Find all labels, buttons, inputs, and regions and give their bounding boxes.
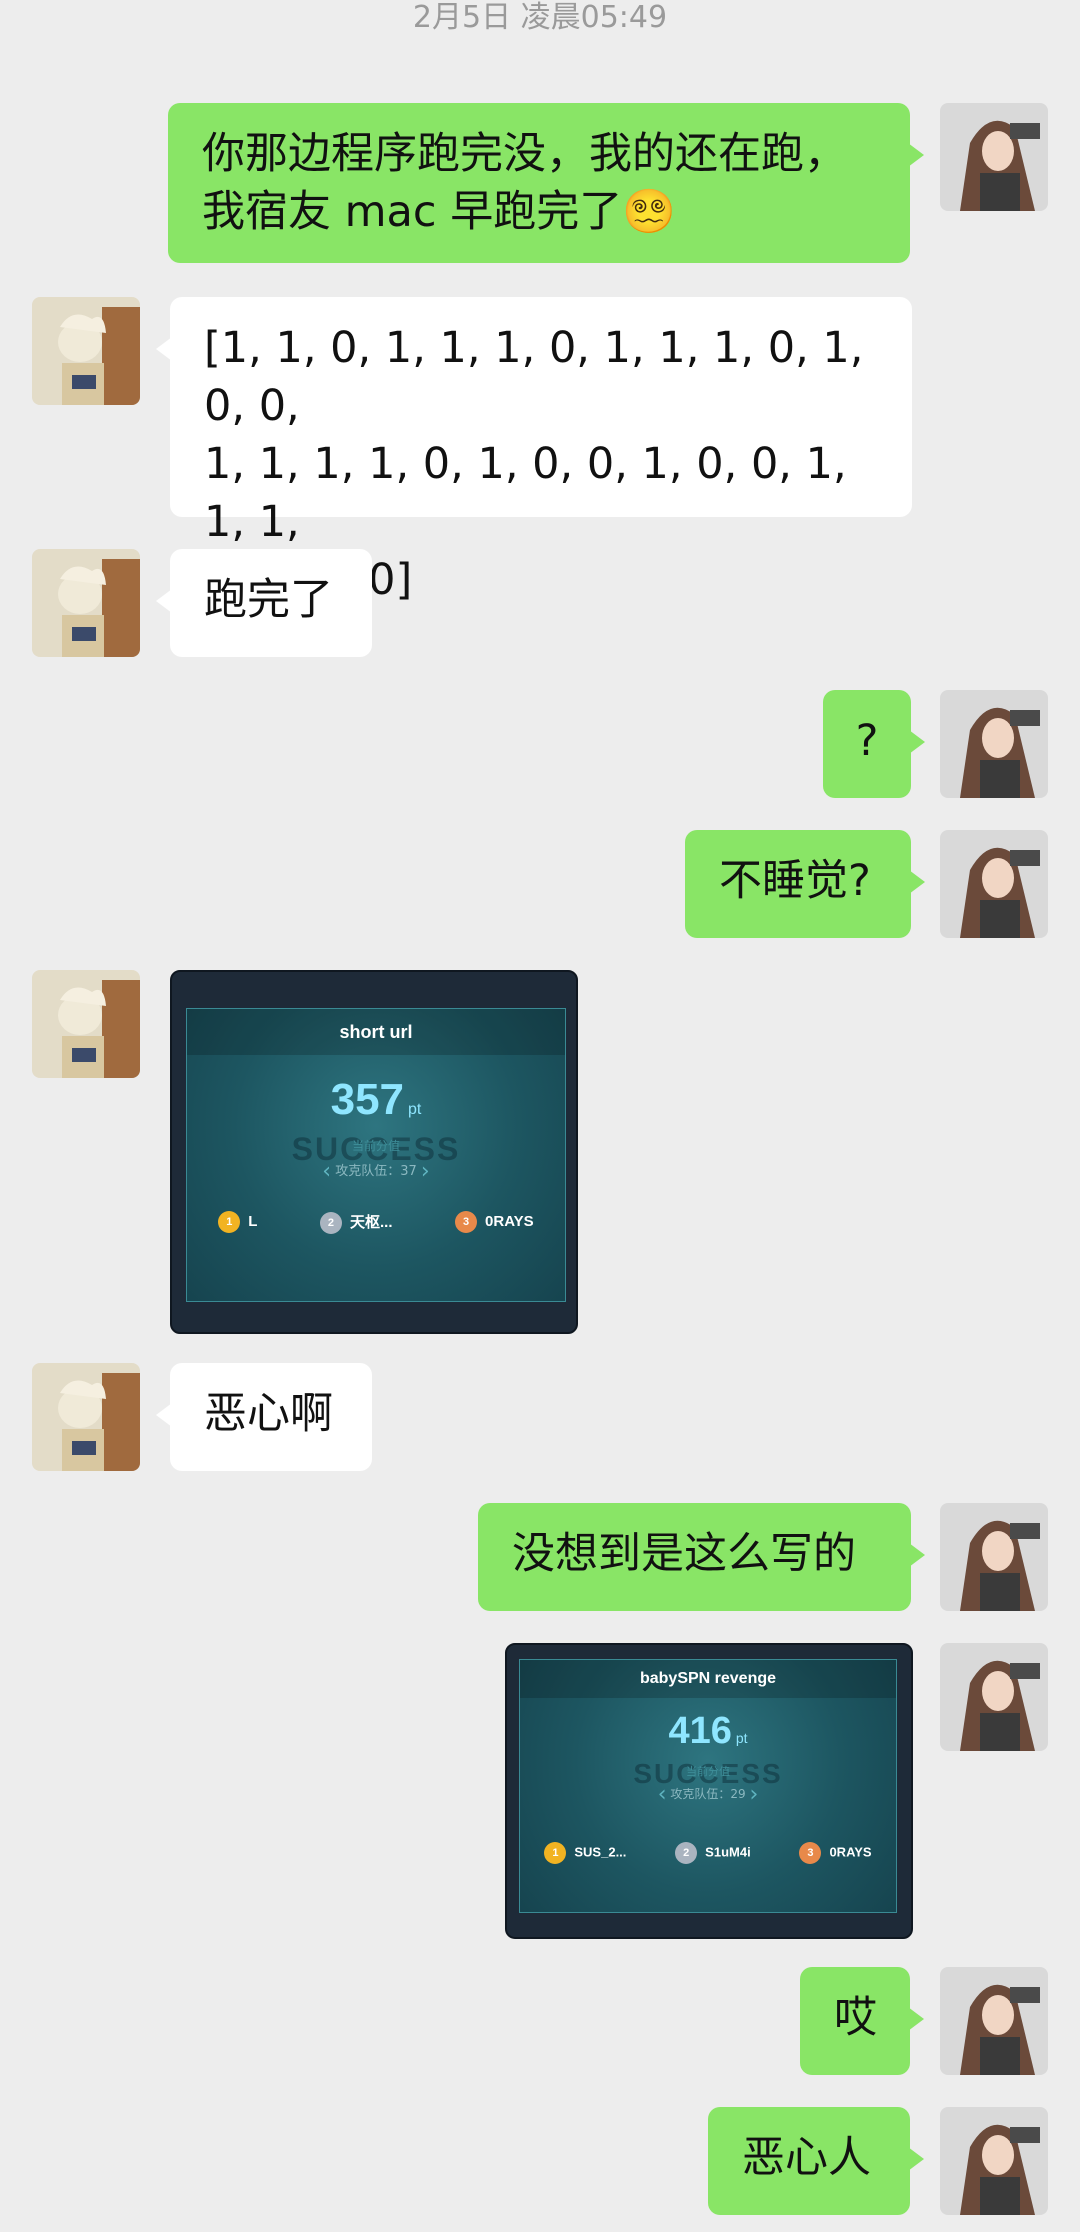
card-subtitle: 当前分值 bbox=[351, 1139, 400, 1153]
message-bubble-them[interactable]: 跑完了 bbox=[156, 549, 372, 657]
team-name: 天枢... bbox=[349, 1214, 393, 1231]
card-podium: 1 SUS_2... 2 S1uM4i 3 0RAYS bbox=[520, 1842, 896, 1864]
card-score-unit: pt bbox=[735, 1730, 748, 1746]
contact-avatar[interactable] bbox=[32, 549, 140, 657]
message-bubble-them[interactable]: [1, 1, 0, 1, 1, 1, 0, 1, 1, 1, 0, 1, 0, … bbox=[156, 297, 912, 605]
contact-avatar[interactable] bbox=[32, 970, 140, 1078]
chat-timestamp: 2月5日 凌晨05:49 bbox=[412, 0, 668, 35]
chevron-right-icon: › bbox=[420, 1159, 430, 1184]
contact-avatar[interactable] bbox=[32, 1363, 140, 1471]
card-panel: babySPN revenge SUCCESS 416 pt 当前分值 ‹ 攻克队… bbox=[519, 1659, 897, 1913]
podium-first: 1L bbox=[218, 1211, 257, 1234]
card-score: 416 pt bbox=[520, 1710, 896, 1753]
message-bubble-them[interactable]: 恶心啊 bbox=[156, 1363, 372, 1471]
card-score-value: 357 bbox=[330, 1075, 405, 1124]
team-name: S1uM4i bbox=[705, 1844, 751, 1860]
bronze-medal-icon: 3 bbox=[455, 1211, 478, 1233]
message-bubble-me[interactable]: 没想到是这么写的 bbox=[478, 1503, 925, 1611]
team-name: 0RAYS bbox=[485, 1212, 534, 1230]
bronze-medal-icon: 3 bbox=[799, 1842, 822, 1864]
my-avatar[interactable] bbox=[940, 1503, 1048, 1611]
team-name: L bbox=[248, 1212, 258, 1230]
message-bubble-me[interactable]: 恶心人 bbox=[708, 2107, 924, 2215]
my-avatar[interactable] bbox=[940, 1967, 1048, 2075]
podium-first: 1 SUS_2... bbox=[544, 1842, 626, 1864]
gold-medal-icon: 1 bbox=[218, 1211, 241, 1233]
teams-label: 攻克队伍：37 bbox=[335, 1164, 417, 1179]
my-avatar[interactable] bbox=[940, 103, 1048, 211]
my-avatar[interactable] bbox=[940, 690, 1048, 798]
my-avatar[interactable] bbox=[940, 830, 1048, 938]
card-score: 357 pt bbox=[187, 1075, 565, 1125]
message-bubble-me[interactable]: ? bbox=[823, 690, 925, 798]
card-title: short url bbox=[187, 1009, 565, 1055]
team-name: 0RAYS bbox=[829, 1844, 872, 1860]
message-bubble-me[interactable]: 不睡觉? bbox=[685, 830, 925, 938]
podium-third: 3 0RAYS bbox=[455, 1211, 534, 1234]
silver-medal-icon: 2 bbox=[319, 1212, 342, 1235]
chevron-left-icon: ‹ bbox=[322, 1159, 332, 1184]
message-bubble-me[interactable]: 哎 bbox=[800, 1967, 924, 2075]
team-name: SUS_2... bbox=[574, 1844, 627, 1860]
card-teams-count: ‹ 攻克队伍：29 › bbox=[520, 1782, 896, 1807]
contact-avatar[interactable] bbox=[32, 297, 140, 405]
teams-label: 攻克队伍：29 bbox=[670, 1787, 746, 1801]
gold-medal-icon: 1 bbox=[544, 1842, 567, 1864]
message-bubble-me[interactable]: 你那边程序跑完没，我的还在跑， 我宿友 mac 早跑完了😵‍💫 bbox=[168, 103, 924, 263]
card-panel: short url SUCCESS 357 pt 当前分值 ‹ 攻克队伍：37 ›… bbox=[186, 1008, 566, 1302]
card-score-value: 416 bbox=[668, 1710, 732, 1752]
podium-second: 2 S1uM4i bbox=[675, 1842, 751, 1864]
my-avatar[interactable] bbox=[940, 1643, 1048, 1751]
card-podium: 1L 2 天枢... 3 0RAYS bbox=[187, 1211, 565, 1235]
card-title: babySPN revenge bbox=[520, 1660, 896, 1698]
silver-medal-icon: 2 bbox=[675, 1842, 698, 1864]
podium-second: 2 天枢... bbox=[319, 1211, 393, 1235]
podium-third: 3 0RAYS bbox=[799, 1842, 872, 1864]
card-score-unit: pt bbox=[408, 1101, 422, 1118]
my-avatar[interactable] bbox=[940, 2107, 1048, 2215]
chevron-right-icon: › bbox=[749, 1782, 759, 1807]
card-subtitle: 当前分值 bbox=[686, 1765, 730, 1778]
challenge-card-image[interactable]: babySPN revenge SUCCESS 416 pt 当前分值 ‹ 攻克队… bbox=[505, 1643, 913, 1939]
chevron-left-icon: ‹ bbox=[657, 1782, 667, 1807]
card-teams-count: ‹ 攻克队伍：37 › bbox=[187, 1159, 565, 1184]
challenge-card-image[interactable]: short url SUCCESS 357 pt 当前分值 ‹ 攻克队伍：37 ›… bbox=[170, 970, 578, 1334]
